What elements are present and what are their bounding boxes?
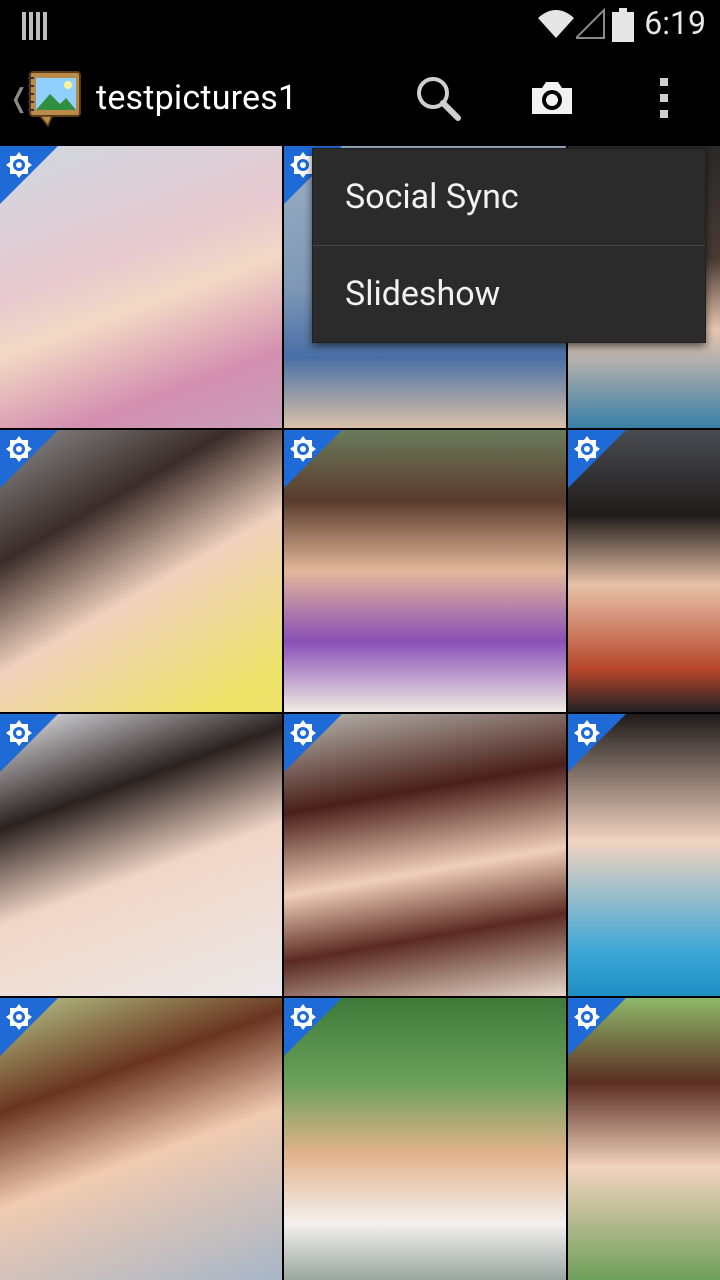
menu-item-label: Slideshow — [345, 274, 501, 314]
status-time: 6:19 — [644, 4, 706, 42]
photo-thumbnail[interactable] — [568, 714, 720, 996]
camera-badge-icon — [4, 434, 34, 468]
search-icon — [414, 74, 462, 126]
camera-badge-icon — [4, 150, 34, 184]
menu-item-slideshow[interactable]: Slideshow — [313, 246, 705, 342]
search-button[interactable] — [406, 68, 470, 132]
gallery-album-icon[interactable] — [26, 68, 86, 132]
camera-badge-icon — [572, 1002, 602, 1036]
signal-icon — [573, 7, 606, 44]
notification-icon — [22, 12, 48, 44]
photo-thumbnail[interactable] — [284, 998, 566, 1280]
overflow-menu: Social Sync Slideshow — [312, 148, 706, 343]
battery-icon — [612, 8, 634, 46]
camera-badge-icon — [288, 434, 318, 468]
camera-badge-icon — [288, 718, 318, 752]
menu-item-social-sync[interactable]: Social Sync — [313, 149, 705, 245]
camera-icon — [528, 78, 576, 122]
camera-badge-icon — [4, 1002, 34, 1036]
photo-thumbnail[interactable] — [284, 714, 566, 996]
photo-thumbnail[interactable] — [0, 714, 282, 996]
camera-badge-icon — [288, 1002, 318, 1036]
camera-button[interactable] — [520, 68, 584, 132]
status-bar: 6:19 — [0, 0, 720, 50]
camera-badge-icon — [572, 718, 602, 752]
photo-thumbnail[interactable] — [568, 430, 720, 712]
photo-thumbnail[interactable] — [0, 998, 282, 1280]
overflow-menu-icon — [658, 78, 670, 122]
photo-thumbnail[interactable] — [0, 146, 282, 428]
photo-thumbnail[interactable] — [0, 430, 282, 712]
action-bar: ❬ testpictures1 — [0, 50, 720, 146]
photo-thumbnail[interactable] — [568, 998, 720, 1280]
camera-badge-icon — [572, 434, 602, 468]
camera-badge-icon — [4, 718, 34, 752]
album-title: testpictures1 — [96, 78, 298, 118]
photo-thumbnail[interactable] — [284, 430, 566, 712]
wifi-icon — [538, 8, 574, 44]
overflow-menu-button[interactable] — [632, 68, 696, 132]
menu-item-label: Social Sync — [345, 177, 519, 217]
